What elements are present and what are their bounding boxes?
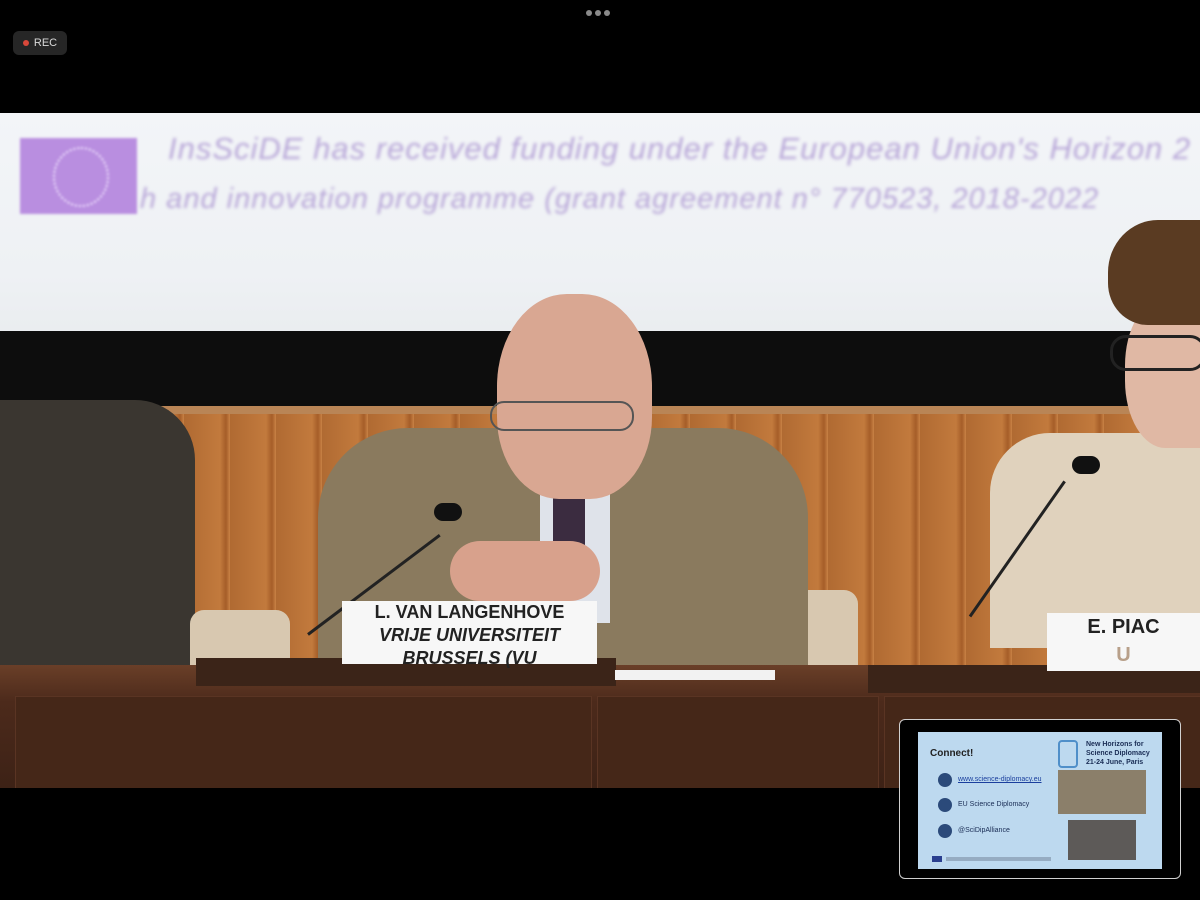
funding-banner-line-1: InsSciDE has received funding under the …	[168, 131, 1192, 166]
recording-indicator: REC	[13, 31, 67, 55]
slide-event-line-1: New Horizons for	[1086, 741, 1144, 748]
nameplate-name: L. VAN LANGENHOVE	[374, 602, 565, 622]
nameplate-piac: E. PIAC U	[1047, 613, 1200, 671]
slide-event-line-2: Science Diplomacy	[1086, 750, 1150, 757]
record-dot-icon	[22, 40, 29, 46]
slide-photo	[1068, 820, 1136, 860]
glasses-icon	[490, 401, 634, 431]
nameplate-affiliation-1: VRIJE UNIVERSITEIT	[378, 625, 561, 645]
nameplate-van-langenhove: L. VAN LANGENHOVE VRIJE UNIVERSITEIT BRU…	[342, 601, 597, 668]
center-speaker-head	[497, 294, 652, 499]
right-participant-hair	[1108, 220, 1200, 325]
picture-in-picture-window[interactable]: Connect! New Horizons for Science Diplom…	[899, 719, 1181, 879]
funding-banner-line-2: h and innovation programme (grant agreem…	[140, 183, 1100, 215]
twitter-icon	[938, 824, 952, 838]
shared-slide: Connect! New Horizons for Science Diplom…	[918, 732, 1162, 869]
rec-label: REC	[33, 37, 58, 49]
microphone-tip	[1072, 456, 1100, 474]
more-options-icon[interactable]	[586, 10, 614, 18]
eu-flag-icon	[20, 138, 137, 214]
desk-panel	[597, 696, 879, 788]
nameplate-name: E. PIAC	[1087, 616, 1160, 638]
slide-website-link: www.science-diplomacy.eu	[958, 776, 1042, 783]
paper	[615, 670, 775, 680]
slide-photo	[1058, 770, 1146, 814]
nameplate-affiliation-2: BRUSSELS (VU	[402, 648, 537, 668]
video-feed[interactable]: InsSciDE has received funding under the …	[0, 113, 1200, 788]
linkedin-icon	[938, 798, 952, 812]
microphone-tip	[434, 503, 462, 521]
network-icon	[1058, 740, 1078, 768]
slide-connect-title: Connect!	[930, 748, 974, 759]
nameplate-affiliation: U	[1116, 644, 1131, 666]
desk-panel	[15, 696, 592, 788]
glasses-icon	[1110, 335, 1200, 371]
left-participant	[0, 400, 195, 665]
slide-twitter-label: @SciDipAlliance	[958, 827, 1010, 834]
slide-linkedin-label: EU Science Diplomacy	[958, 801, 1030, 808]
slide-event-title: New Horizons for Science Diplomacy 21-24…	[1086, 740, 1150, 767]
slide-footer-text	[946, 857, 1051, 861]
slide-event-line-3: 21-24 June, Paris	[1086, 759, 1144, 766]
globe-icon	[938, 773, 952, 787]
center-speaker-hands	[450, 541, 600, 601]
eu-flag-icon	[932, 856, 942, 862]
